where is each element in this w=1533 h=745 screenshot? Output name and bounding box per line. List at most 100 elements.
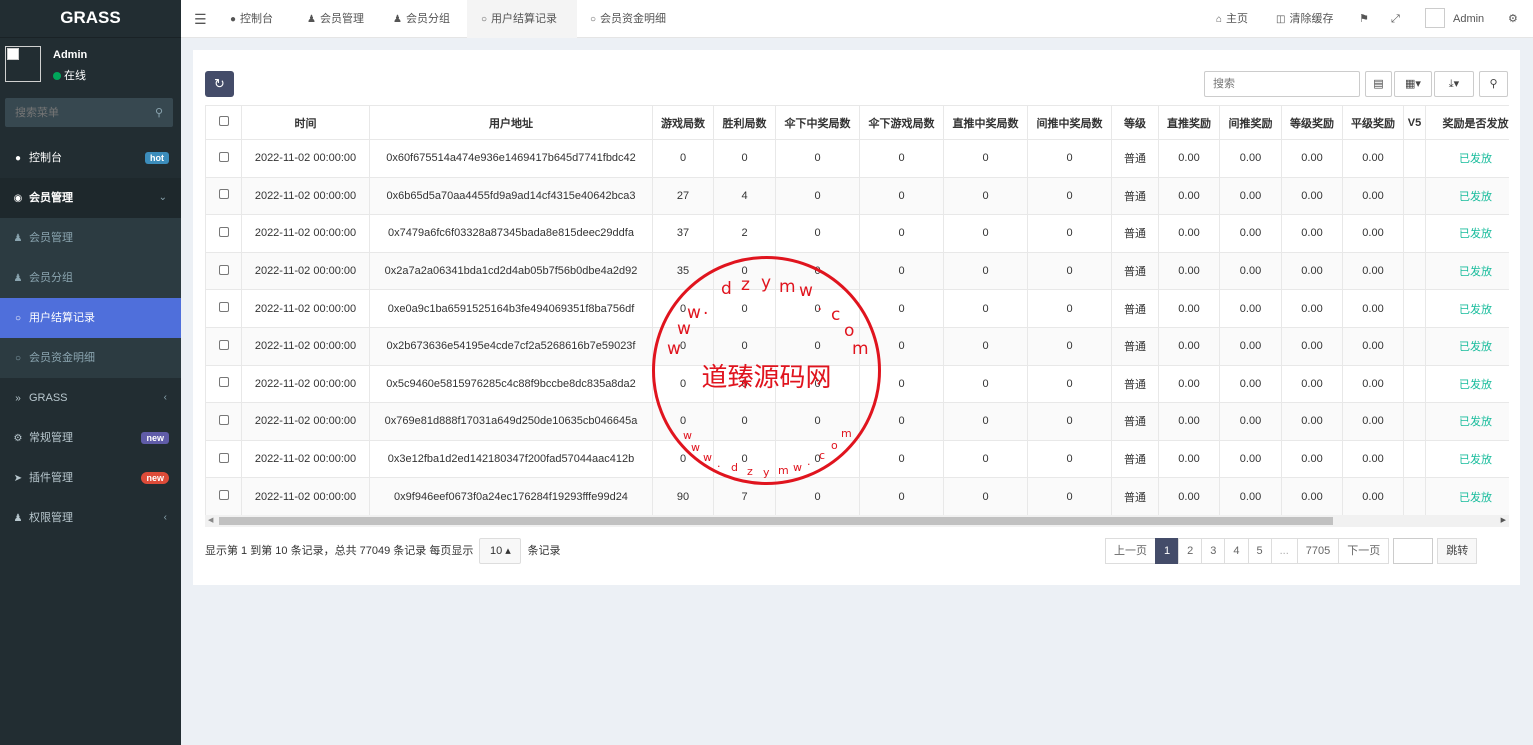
checkbox[interactable] <box>218 377 229 388</box>
col-header[interactable]: 平级奖励 <box>1342 105 1404 140</box>
admin-menu[interactable]: Admin <box>1425 0 1484 38</box>
sidebar-item-dashboard[interactable]: ● 控制台 hot <box>0 138 181 178</box>
col-header[interactable]: 用户地址 <box>369 105 653 140</box>
page-5[interactable]: 5 <box>1247 538 1272 564</box>
export-button[interactable]: ⤓▾ <box>1434 71 1474 97</box>
col-header[interactable]: 等级奖励 <box>1281 105 1343 140</box>
page-last[interactable]: 7705 <box>1296 538 1340 564</box>
row-checkbox-cell[interactable] <box>205 326 242 366</box>
col-header[interactable]: 胜利局数 <box>713 105 776 140</box>
row-checkbox-cell[interactable] <box>205 289 242 328</box>
table-cell: 0.00 <box>1281 214 1343 253</box>
sidebar-item-funds[interactable]: ○ 会员资金明细 <box>0 338 181 378</box>
row-checkbox-cell[interactable] <box>205 364 242 404</box>
col-header[interactable]: 时间 <box>241 105 370 140</box>
tab-funds[interactable]: ○ 会员资金明细 <box>590 0 666 38</box>
col-header[interactable]: 奖励是否发放 <box>1425 105 1509 140</box>
sidebar-item-member[interactable]: ◉ 会员管理 ⌄ <box>0 178 181 218</box>
table-row[interactable]: 2022-11-02 00:00:00 0xe0a9c1ba6591525164b… <box>205 289 1509 328</box>
page-3[interactable]: 3 <box>1201 538 1226 564</box>
row-checkbox-cell[interactable] <box>205 402 242 441</box>
sidebar-item-member-manage[interactable]: ♟ 会员管理 <box>0 218 181 258</box>
search-button[interactable]: ⚲ <box>1479 71 1508 97</box>
checkbox[interactable] <box>218 151 229 162</box>
table-cell: 0.00 <box>1281 402 1343 441</box>
checkbox[interactable] <box>218 226 229 237</box>
sidebar-item-settlement[interactable]: ○ 用户结算记录 <box>0 298 181 338</box>
table-row[interactable]: 2022-11-02 00:00:00 0x2b673636e54195e4cde… <box>205 326 1509 366</box>
tab-settlement[interactable]: ○ 用户结算记录 <box>467 0 577 38</box>
row-checkbox-cell[interactable] <box>205 214 242 253</box>
tab-member-manage[interactable]: ♟ 会员管理 <box>307 0 364 38</box>
page-1[interactable]: 1 <box>1155 538 1180 564</box>
col-header[interactable]: 间推中奖局数 <box>1027 105 1112 140</box>
sidebar-search-input[interactable] <box>5 98 145 127</box>
table-cell: 0x3e12fba1d2ed142180347f200fad57044aac41… <box>369 439 653 479</box>
table-row[interactable]: 2022-11-02 00:00:00 0x60f675514a474e936e1… <box>205 139 1509 178</box>
chevron-left-icon: ‹ <box>163 392 167 403</box>
col-header[interactable]: 伞下中奖局数 <box>775 105 860 140</box>
table-row[interactable]: 2022-11-02 00:00:00 0x6b65d5a70aa4455fd9a… <box>205 176 1509 216</box>
next-page-button[interactable]: 下一页 <box>1338 538 1390 564</box>
tab-dashboard[interactable]: ● 控制台 <box>230 0 273 38</box>
sidebar-item-member-group[interactable]: ♟ 会员分组 <box>0 258 181 298</box>
jump-button[interactable]: 跳转 <box>1437 538 1478 564</box>
scrollbar-thumb[interactable] <box>219 517 1333 525</box>
toggle-view-button[interactable]: ▤ <box>1365 71 1392 97</box>
checkbox[interactable] <box>218 116 229 126</box>
tab-member-group[interactable]: ♟ 会员分组 <box>393 0 450 38</box>
table-row[interactable]: 2022-11-02 00:00:00 0x769e81d888f17031a64… <box>205 402 1509 441</box>
settings-cog-icon[interactable]: ⚙ <box>1508 0 1518 38</box>
col-header[interactable]: 伞下游戏局数 <box>859 105 944 140</box>
page-size-select[interactable]: 10 ▴ <box>479 538 522 564</box>
select-all-checkbox[interactable] <box>205 105 242 140</box>
table-row[interactable]: 2022-11-02 00:00:00 0x2a7a2a06341bda1cd2d… <box>205 251 1509 291</box>
col-header[interactable]: 间推奖励 <box>1219 105 1282 140</box>
row-checkbox-cell[interactable] <box>205 176 242 216</box>
scroll-left-icon[interactable]: ◀ <box>208 515 213 527</box>
table-row[interactable]: 2022-11-02 00:00:00 0x3e12fba1d2ed1421803… <box>205 439 1509 479</box>
row-checkbox-cell[interactable] <box>205 251 242 291</box>
col-header[interactable]: 游戏局数 <box>652 105 714 140</box>
clear-cache-button[interactable]: ◫ 清除缓存 <box>1276 0 1333 38</box>
refresh-button[interactable]: ↻ <box>205 71 234 97</box>
language-icon[interactable]: ⚑ <box>1359 0 1369 38</box>
row-checkbox-cell[interactable] <box>205 439 242 479</box>
col-header[interactable]: V5 <box>1403 105 1426 140</box>
sidebar-item-grass[interactable]: » GRASS ‹ <box>0 378 181 418</box>
horizontal-scrollbar[interactable]: ◀ ▶ <box>205 515 1509 527</box>
checkbox[interactable] <box>218 302 229 313</box>
col-header[interactable]: 直推中奖局数 <box>943 105 1028 140</box>
prev-page-button[interactable]: 上一页 <box>1105 538 1156 564</box>
table-cell: 2022-11-02 00:00:00 <box>241 326 370 366</box>
app-logo[interactable]: GRASS <box>0 0 181 38</box>
table-row[interactable]: 2022-11-02 00:00:00 0x7479a6fc6f03328a873… <box>205 214 1509 253</box>
checkbox[interactable] <box>218 264 229 275</box>
fullscreen-icon[interactable]: ⤢ <box>1391 0 1400 38</box>
menu-toggle-icon[interactable]: ☰ <box>194 0 207 38</box>
col-header[interactable]: 等级 <box>1111 105 1159 140</box>
search-icon[interactable]: ⚲ <box>155 106 163 119</box>
settlement-table: 时间 用户地址 游戏局数 胜利局数 伞下中奖局数 伞下游戏局数 直推中奖局数 间… <box>205 105 1509 515</box>
col-header[interactable]: 直推奖励 <box>1158 105 1220 140</box>
checkbox[interactable] <box>218 452 229 463</box>
columns-button[interactable]: ▦▾ <box>1394 71 1432 97</box>
checkbox[interactable] <box>218 189 229 200</box>
checkbox[interactable] <box>218 414 229 425</box>
page-4[interactable]: 4 <box>1224 538 1249 564</box>
jump-page-input[interactable] <box>1393 538 1434 564</box>
sidebar-item-general[interactable]: ⚙ 常规管理 new <box>0 418 181 458</box>
row-checkbox-cell[interactable] <box>205 477 242 515</box>
scroll-right-icon[interactable]: ▶ <box>1501 515 1506 527</box>
status-cell: 已发放 <box>1425 139 1509 178</box>
checkbox[interactable] <box>218 339 229 350</box>
checkbox[interactable] <box>218 490 229 501</box>
row-checkbox-cell[interactable] <box>205 139 242 178</box>
table-row[interactable]: 2022-11-02 00:00:00 0x9f946eef0673f0a24ec… <box>205 477 1509 515</box>
table-search-input[interactable] <box>1204 71 1360 97</box>
home-link[interactable]: ⌂ 主页 <box>1216 0 1248 38</box>
page-2[interactable]: 2 <box>1178 538 1203 564</box>
sidebar-item-plugins[interactable]: ➤ 插件管理 new <box>0 458 181 498</box>
table-row[interactable]: 2022-11-02 00:00:00 0x5c9460e5815976285c4… <box>205 364 1509 404</box>
sidebar-item-auth[interactable]: ♟ 权限管理 ‹ <box>0 498 181 538</box>
